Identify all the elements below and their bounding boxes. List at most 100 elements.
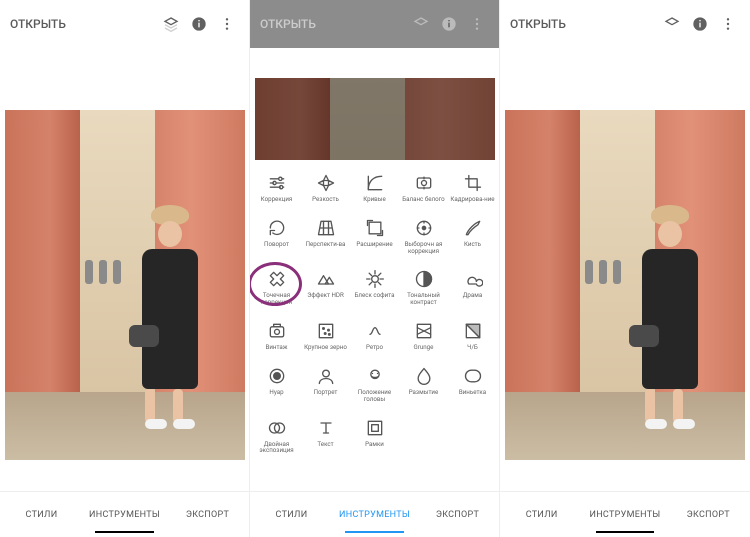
open-button[interactable]: ОТКРЫТЬ xyxy=(260,17,316,31)
open-button[interactable]: ОТКРЫТЬ xyxy=(510,17,566,31)
tool-label: Поворот xyxy=(264,241,289,248)
tool-expand[interactable]: Расширение xyxy=(350,213,399,261)
tool-label: Кривые xyxy=(363,196,386,203)
tool-label: Коррекция xyxy=(261,196,293,203)
photo-canvas[interactable] xyxy=(500,48,750,491)
glamour-icon xyxy=(364,268,386,290)
tool-label: Перспекти-ва xyxy=(306,241,346,248)
tool-rotate[interactable]: Поворот xyxy=(252,213,301,261)
vintage-icon xyxy=(266,320,288,342)
tool-label: Ретро xyxy=(366,344,383,351)
tool-drama[interactable]: Драма xyxy=(448,264,497,312)
tab-styles[interactable]: СТИЛИ xyxy=(0,492,83,537)
tool-label: Размытие xyxy=(409,389,439,396)
retrolux-icon xyxy=(364,320,386,342)
tab-tools[interactable]: ИНСТРУМЕНТЫ xyxy=(83,492,166,537)
more-icon[interactable] xyxy=(716,12,740,36)
bottom-tabs: СТИЛИ ИНСТРУМЕНТЫ ЭКСПОРТ xyxy=(500,491,750,537)
tool-details[interactable]: Резкость xyxy=(301,168,350,209)
info-icon[interactable] xyxy=(437,12,461,36)
tonal-icon xyxy=(413,268,435,290)
tool-label: Портрет xyxy=(314,389,338,396)
tab-styles[interactable]: СТИЛИ xyxy=(500,492,583,537)
info-icon[interactable] xyxy=(688,12,712,36)
tool-label: Кисть xyxy=(464,241,481,248)
tool-selective[interactable]: Выборочн ая коррекция xyxy=(399,213,448,261)
layers-icon[interactable] xyxy=(159,12,183,36)
tool-blur[interactable]: Размытие xyxy=(399,361,448,409)
bottom-tabs: СТИЛИ ИНСТРУМЕНТЫ ЭКСПОРТ xyxy=(0,491,249,537)
tool-crop[interactable]: Кадрирова-ние xyxy=(448,168,497,209)
tools-sheet[interactable]: Коррекция Резкость Кривые Баланс белого Кадр… xyxy=(250,160,499,491)
tab-styles[interactable]: СТИЛИ xyxy=(250,492,333,537)
brush-icon xyxy=(462,217,484,239)
tool-tune[interactable]: Коррекция xyxy=(252,168,301,209)
tab-tools[interactable]: ИНСТРУМЕНТЫ xyxy=(333,492,416,537)
tab-tools[interactable]: ИНСТРУМЕНТЫ xyxy=(583,492,666,537)
tool-headpose[interactable]: Положение головы xyxy=(350,361,399,409)
tool-tonal[interactable]: Тональный контраст xyxy=(399,264,448,312)
tool-label: Положение головы xyxy=(352,389,398,403)
tool-perspective[interactable]: Перспекти-ва xyxy=(301,213,350,261)
tool-bw[interactable]: Ч/Б xyxy=(448,316,497,357)
tool-vignette[interactable]: Виньетка xyxy=(448,361,497,409)
tool-double-exp[interactable]: Двойная экспозиция xyxy=(252,413,301,461)
perspective-icon xyxy=(315,217,337,239)
tool-curves[interactable]: Кривые xyxy=(350,168,399,209)
tool-label: Эффект HDR xyxy=(307,292,344,299)
more-icon[interactable] xyxy=(465,12,489,36)
tool-text[interactable]: Текст xyxy=(301,413,350,461)
drama-icon xyxy=(462,268,484,290)
grainy-icon xyxy=(315,320,337,342)
tab-export[interactable]: ЭКСПОРТ xyxy=(166,492,249,537)
panel-middle: ОТКРЫТЬ xyxy=(250,0,500,537)
open-button[interactable]: ОТКРЫТЬ xyxy=(10,17,66,31)
tool-glamour[interactable]: Блеск софита xyxy=(350,264,399,312)
tool-noir[interactable]: Нуар xyxy=(252,361,301,409)
tool-label: Расширение xyxy=(356,241,392,248)
bottom-tabs: СТИЛИ ИНСТРУМЕНТЫ ЭКСПОРТ xyxy=(250,491,499,537)
tool-hdr[interactable]: Эффект HDR xyxy=(301,264,350,312)
tool-portrait[interactable]: Портрет xyxy=(301,361,350,409)
tool-label: Кадрирова-ние xyxy=(450,196,494,203)
photo xyxy=(5,110,245,460)
layers-icon[interactable] xyxy=(660,12,684,36)
tool-label: Нуар xyxy=(269,389,283,396)
tool-label: Блеск софита xyxy=(355,292,395,299)
white-balance-icon xyxy=(413,172,435,194)
double-exp-icon xyxy=(266,417,288,439)
tool-label: Grunge xyxy=(414,344,434,351)
tool-healing[interactable]: Точечная коррекция xyxy=(252,264,301,312)
text-icon xyxy=(315,417,337,439)
tab-export[interactable]: ЭКСПОРТ xyxy=(416,492,499,537)
frames-icon xyxy=(364,417,386,439)
tool-label: Баланс белого xyxy=(402,196,444,203)
triptych: ОТКРЫТЬ xyxy=(0,0,750,537)
tool-label: Ч/Б xyxy=(467,344,478,351)
layers-icon[interactable] xyxy=(409,12,433,36)
info-icon[interactable] xyxy=(187,12,211,36)
photo xyxy=(505,110,745,460)
tool-retrolux[interactable]: Ретро xyxy=(350,316,399,357)
tool-label: Драма xyxy=(463,292,482,299)
tool-grunge[interactable]: Grunge xyxy=(399,316,448,357)
tool-frames[interactable]: Рамки xyxy=(350,413,399,461)
tab-export[interactable]: ЭКСПОРТ xyxy=(667,492,750,537)
tool-grainy[interactable]: Крупное зерно xyxy=(301,316,350,357)
topbar: ОТКРЫТЬ xyxy=(0,0,249,48)
tool-label: Точечная коррекция xyxy=(254,292,300,306)
tool-vintage[interactable]: Винтаж xyxy=(252,316,301,357)
tune-icon xyxy=(266,172,288,194)
topbar: ОТКРЫТЬ xyxy=(500,0,750,48)
topbar: ОТКРЫТЬ xyxy=(250,0,499,48)
tool-label: Виньетка xyxy=(459,389,486,396)
expand-icon xyxy=(364,217,386,239)
more-icon[interactable] xyxy=(215,12,239,36)
photo-canvas[interactable] xyxy=(0,48,249,491)
tool-label: Крупное зерно xyxy=(304,344,347,351)
tool-brush[interactable]: Кисть xyxy=(448,213,497,261)
tool-white-balance[interactable]: Баланс белого xyxy=(399,168,448,209)
tool-label: Резкость xyxy=(312,196,339,203)
vignette-icon xyxy=(462,365,484,387)
tool-label: Рамки xyxy=(365,441,384,448)
